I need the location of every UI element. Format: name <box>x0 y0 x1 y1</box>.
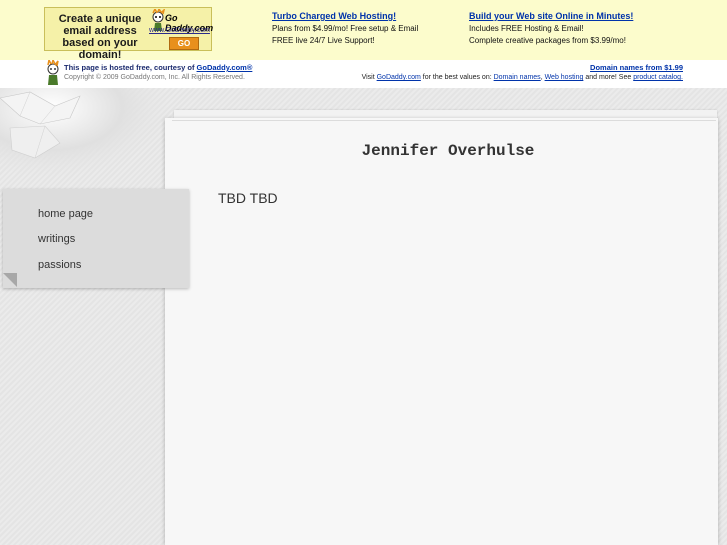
visit-suffix: and more! See <box>583 74 634 81</box>
godaddy-logo-url[interactable]: www.GoDaddy.com <box>149 27 210 34</box>
hosting-ad: Turbo Charged Web Hosting! Plans from $4… <box>272 10 418 47</box>
website-builder-ad: Build your Web site Online in Minutes! I… <box>469 10 633 47</box>
website-builder-ad-link[interactable]: Build your Web site Online in Minutes! <box>469 11 633 21</box>
domain-names-price-link[interactable]: Domain names from $1.99 <box>590 63 683 72</box>
product-catalog-link[interactable]: product catalog. <box>633 74 683 81</box>
paper-top-edge <box>172 120 716 121</box>
crumpled-paper-decoration <box>0 88 170 188</box>
hosted-by-text: This page is hosted free, courtesy of Go… <box>64 63 252 72</box>
godaddy-logo: Go Daddy.com www.GoDaddy.com GO <box>149 9 213 50</box>
godaddy-hosted-link[interactable]: GoDaddy.com® <box>197 63 253 72</box>
email-ad-headline: Create a unique email address based on y… <box>58 13 142 61</box>
site-navigation: home page writings passions <box>3 189 189 288</box>
hosted-by-prefix: This page is hosted free, courtesy of <box>64 63 197 72</box>
copyright-text: Copyright © 2009 GoDaddy.com, Inc. All R… <box>64 74 245 81</box>
nav-item-passions[interactable]: passions <box>38 259 81 271</box>
page-title: Jennifer Overhulse <box>361 142 535 160</box>
visit-godaddy-text: Visit GoDaddy.com for the best values on… <box>362 74 683 81</box>
email-ad-image[interactable]: Create a unique email address based on y… <box>44 7 213 61</box>
visit-mid: for the best values on: <box>420 74 494 81</box>
page-content: TBD TBD <box>218 190 278 206</box>
nav-item-writings[interactable]: writings <box>38 233 75 245</box>
nav-fold-corner <box>3 273 17 287</box>
hosting-ad-link[interactable]: Turbo Charged Web Hosting! <box>272 11 396 21</box>
domain-names-link[interactable]: Domain names <box>494 74 541 81</box>
hosting-ad-line1: Plans from $4.99/mo! Free setup & Email <box>272 24 419 33</box>
godaddy-mascot-icon <box>47 60 59 85</box>
go-button[interactable]: GO <box>169 37 199 50</box>
hosted-by-strip: This page is hosted free, courtesy of Go… <box>0 60 727 88</box>
website-builder-ad-line1: Includes FREE Hosting & Email! <box>469 24 584 33</box>
web-hosting-link[interactable]: Web hosting <box>545 74 584 81</box>
hosting-ad-line2: FREE live 24/7 Live Support! <box>272 36 375 45</box>
visit-godaddy-link[interactable]: GoDaddy.com <box>377 74 421 81</box>
visit-prefix: Visit <box>361 74 377 81</box>
nav-item-home-page[interactable]: home page <box>38 208 93 220</box>
website-builder-ad-line2: Complete creative packages from $3.99/mo… <box>469 36 626 45</box>
ad-banner: Create a unique email address based on y… <box>0 0 727 61</box>
site-area: Jennifer Overhulse home page writings pa… <box>0 88 727 545</box>
content-paper <box>165 118 718 545</box>
